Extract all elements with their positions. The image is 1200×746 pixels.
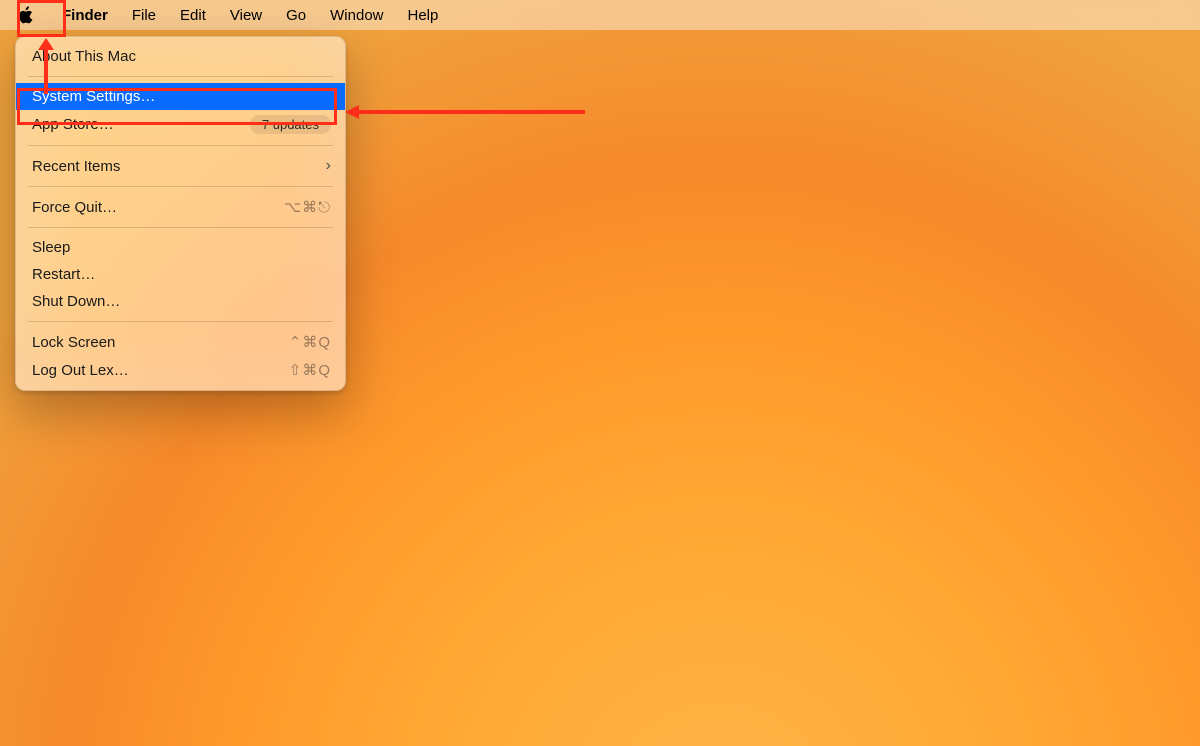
menubar-item-label: Edit (180, 7, 206, 24)
menubar-item-help[interactable]: Help (396, 0, 451, 30)
menu-item-force-quit[interactable]: Force Quit… ⌥⌘⎋ (16, 193, 345, 221)
menu-item-label: Restart… (32, 266, 95, 283)
keyboard-shortcut: ⌥⌘⎋ (284, 198, 331, 216)
menubar-item-label: Help (408, 7, 439, 24)
apple-menu-dropdown: About This Mac System Settings… App Stor… (15, 36, 346, 391)
menubar-item-view[interactable]: View (218, 0, 274, 30)
menubar-item-window[interactable]: Window (318, 0, 395, 30)
menu-separator (28, 145, 333, 146)
menu-item-about-this-mac[interactable]: About This Mac (16, 43, 345, 70)
menubar-item-label: Window (330, 7, 383, 24)
menu-item-system-settings[interactable]: System Settings… (16, 83, 345, 110)
menubar-item-file[interactable]: File (120, 0, 168, 30)
menu-item-label: System Settings… (32, 88, 155, 105)
menu-item-recent-items[interactable]: Recent Items › (16, 152, 345, 180)
menubar-item-label: File (132, 7, 156, 24)
menubar-item-go[interactable]: Go (274, 0, 318, 30)
menu-item-app-store[interactable]: App Store… 7 updates (16, 110, 345, 139)
menu-separator (28, 321, 333, 322)
annotation-arrow-left-icon (345, 102, 585, 122)
menu-item-label: Log Out Lex… (32, 362, 129, 379)
update-count-badge: 7 updates (250, 115, 331, 134)
menu-item-restart[interactable]: Restart… (16, 261, 345, 288)
menu-item-label: App Store… (32, 116, 114, 133)
menubar-item-finder[interactable]: Finder (50, 0, 120, 30)
menu-item-lock-screen[interactable]: Lock Screen ⌃⌘Q (16, 328, 345, 356)
menu-item-label: Sleep (32, 239, 70, 256)
menu-separator (28, 76, 333, 77)
menu-item-label: Force Quit… (32, 199, 117, 216)
chevron-right-icon: › (326, 157, 331, 175)
menubar-item-label: Go (286, 7, 306, 24)
apple-menu-button[interactable] (4, 0, 50, 30)
menu-bar: Finder File Edit View Go Window Help (0, 0, 1200, 30)
apple-logo-icon (18, 6, 36, 24)
menu-item-sleep[interactable]: Sleep (16, 234, 345, 261)
menu-item-label: Lock Screen (32, 334, 115, 351)
menu-item-shut-down[interactable]: Shut Down… (16, 288, 345, 315)
menu-item-label: About This Mac (32, 48, 136, 65)
menubar-item-edit[interactable]: Edit (168, 0, 218, 30)
menubar-item-label: View (230, 7, 262, 24)
keyboard-shortcut: ⇧⌘Q (289, 361, 331, 379)
menu-item-log-out[interactable]: Log Out Lex… ⇧⌘Q (16, 356, 345, 384)
menu-separator (28, 227, 333, 228)
menu-item-label: Shut Down… (32, 293, 120, 310)
menu-item-label: Recent Items (32, 158, 120, 175)
menubar-item-label: Finder (62, 7, 108, 24)
menu-separator (28, 186, 333, 187)
keyboard-shortcut: ⌃⌘Q (289, 333, 331, 351)
